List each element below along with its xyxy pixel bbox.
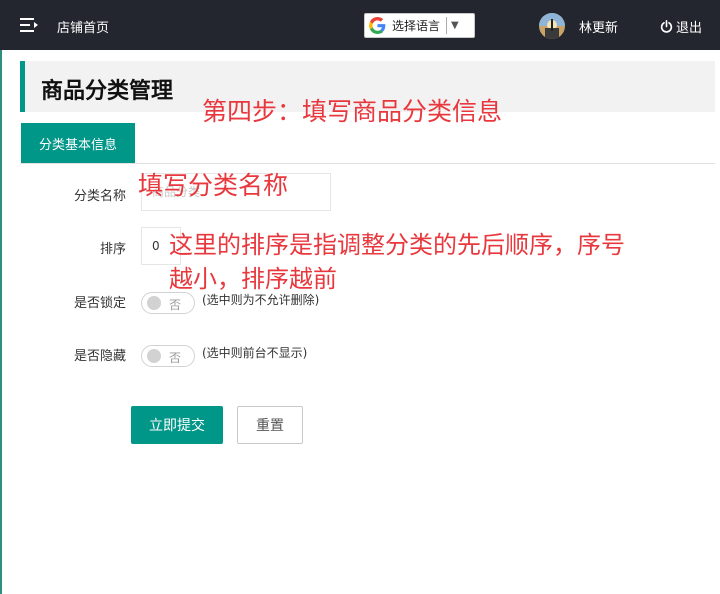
toggle-knob xyxy=(147,349,161,363)
hidden-toggle[interactable]: 否 xyxy=(141,345,195,367)
toggle-knob xyxy=(147,296,161,310)
locked-toggle-text: 否 xyxy=(169,298,182,312)
annotation-sort-note-line1: 这里的排序是指调整分类的先后顺序，序号 xyxy=(169,231,625,259)
hidden-toggle-text: 否 xyxy=(169,351,182,365)
google-icon xyxy=(369,17,386,34)
language-selector-label: 选择语言 xyxy=(392,19,441,33)
tab-bar-underline xyxy=(20,163,715,164)
power-icon xyxy=(660,20,673,33)
left-edge-accent xyxy=(0,50,2,594)
sort-label: 排序 xyxy=(99,242,126,257)
submit-button[interactable]: 立即提交 xyxy=(131,406,223,444)
language-selector-divider xyxy=(446,17,448,34)
chevron-down-icon: ▼ xyxy=(451,20,459,31)
annotation-sort-note-line2: 越小，排序越前 xyxy=(169,265,337,293)
locked-label: 是否锁定 xyxy=(73,296,126,311)
locked-hint: (选中则为不允许删除) xyxy=(202,293,320,307)
language-selector[interactable]: 选择语言 ▼ xyxy=(364,13,475,38)
logout-label: 退出 xyxy=(676,21,703,36)
menu-toggle-icon[interactable] xyxy=(20,17,38,33)
category-name-input[interactable] xyxy=(141,173,331,211)
hidden-hint: (选中则前台不显示) xyxy=(202,346,308,360)
page-title: 商品分类管理 xyxy=(41,79,174,104)
avatar[interactable] xyxy=(539,13,565,39)
category-name-label: 分类名称 xyxy=(73,189,126,204)
sort-input[interactable] xyxy=(141,227,181,265)
username[interactable]: 林更新 xyxy=(579,17,618,36)
locked-toggle[interactable]: 否 xyxy=(141,292,195,314)
page-title-bar: 商品分类管理 xyxy=(20,61,715,112)
reset-button[interactable]: 重置 xyxy=(237,406,303,444)
top-navbar: 店铺首页 选择语言 ▼ 林更新 退出 xyxy=(0,0,720,50)
logout-button[interactable]: 退出 xyxy=(660,17,702,36)
tab-basic-info[interactable]: 分类基本信息 xyxy=(21,123,135,163)
store-home-link[interactable]: 店铺首页 xyxy=(57,17,109,36)
hidden-label: 是否隐藏 xyxy=(73,349,126,364)
